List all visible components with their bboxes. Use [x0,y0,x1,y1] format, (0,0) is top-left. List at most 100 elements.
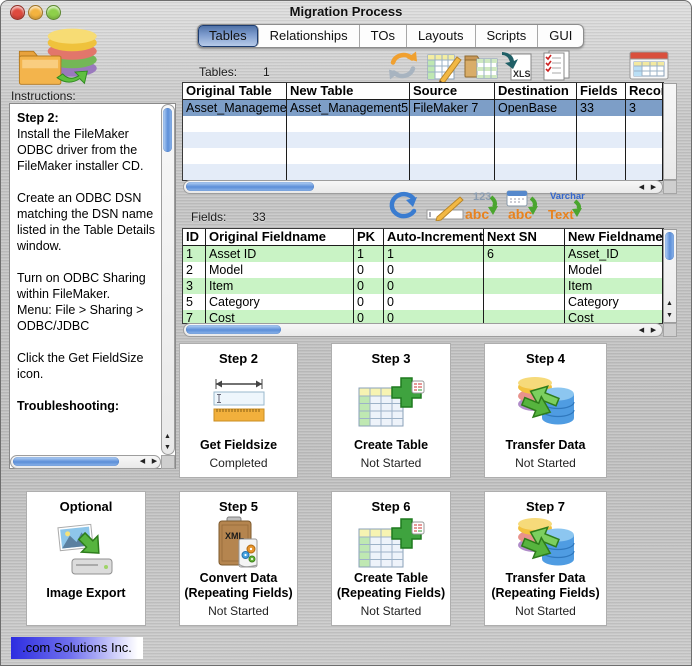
table-cell: 2 [183,262,206,278]
scrollbar-thumb[interactable] [186,182,314,191]
scroll-down-arrow[interactable]: ▼ [664,310,675,321]
card-title: Step 4 [525,351,565,366]
table-cell: 1 [384,246,484,262]
table-row[interactable]: 2 Model 0 0 Model [183,262,663,278]
step-card-step-2[interactable]: Step 2 Get Fieldsize Completed [179,343,298,478]
table-cell [577,116,626,132]
app-window: Migration Process Tables Relationships TOs… [0,0,692,666]
scroll-right-arrow[interactable]: ▶ [648,182,659,193]
table-cell: Asset_Management5 [287,100,410,116]
card-name: Transfer Data [505,438,586,452]
scrollbar-thumb[interactable] [163,108,172,152]
table-cell: 7 [183,310,206,323]
card-title: Step 5 [218,499,258,514]
tables-vertical-scrollbar[interactable] [663,83,677,180]
instruction-paragraph: Step 2: [17,111,59,125]
table-cell [626,116,663,132]
card-name: Convert Data (Repeating Fields) [184,571,293,600]
column-header[interactable]: ID [183,229,206,246]
column-header[interactable]: Fields [577,83,626,100]
table-row[interactable]: 5 Category 0 0 Category [183,294,663,310]
column-header[interactable]: Original Fieldname [206,229,354,246]
step-card-step-6[interactable]: Step 6 Create Table (Repeating Fields) No… [331,491,451,626]
scrollbar-thumb[interactable] [13,457,119,466]
table-cell: 5 [183,294,206,310]
scrollbar-thumb[interactable] [186,325,281,334]
table-cell [495,164,577,180]
scroll-down-arrow[interactable]: ▼ [162,442,173,453]
tables-label: Tables: [199,65,238,79]
table-cell: 0 [354,294,384,310]
table-cell: 1 [354,246,384,262]
varchar-to-text-icon[interactable]: Varchar Text [544,189,598,226]
refresh-icon[interactable] [385,49,421,87]
database-folder-logo-icon [13,23,105,89]
card-status: Not Started [208,604,269,618]
tab-relationships[interactable]: Relationships [259,25,360,47]
column-header[interactable]: Next SN [484,229,565,246]
table-cell: Cost [206,310,354,323]
table-row[interactable] [183,116,663,132]
table-cell [577,164,626,180]
table-row[interactable]: 1 Asset ID 1 1 6 Asset_ID [183,246,663,262]
column-header[interactable]: Records [626,83,663,100]
table-cell: Asset_Management5 [183,100,287,116]
table-row[interactable]: Asset_Management5Asset_Management5FileMa… [183,100,663,116]
step-card-step-5[interactable]: Step 5 XML Convert Data (Repeating Field… [179,491,298,626]
tab-bar: Tables Relationships TOs Layouts Scripts GUI [197,24,585,48]
number-to-abc-icon[interactable]: 123 abc [463,189,503,226]
tab-gui[interactable]: GUI [538,25,583,47]
step-card-step-3[interactable]: Step 3 Create Table Not Started [331,343,451,478]
column-header[interactable]: New Fieldname [565,229,663,246]
table-body: 1 Asset ID 1 1 6 Asset_ID 2 Model 0 0 Model 3 Item 0 0… [183,246,663,323]
tab-tables[interactable]: Tables [198,25,259,47]
edit-field-icon[interactable] [425,195,467,226]
table-cell: 0 [384,262,484,278]
scroll-right-arrow[interactable]: ▶ [648,325,659,336]
column-header[interactable]: PK [354,229,384,246]
column-header[interactable]: New Table [287,83,410,100]
table-cell [495,116,577,132]
refresh-icon[interactable] [386,189,420,226]
table-header-row: Original Table New Table Source Destination… [183,83,663,100]
scroll-left-arrow[interactable]: ◀ [636,182,647,193]
date-to-abc-icon[interactable]: abc [504,189,544,226]
instructions-horizontal-scrollbar[interactable]: ◀ ▶ [10,455,161,469]
table-cell: 0 [354,278,384,294]
fields-vertical-scrollbar[interactable]: ▲ ▼ [663,229,677,323]
step-card-optional[interactable]: Optional Image Export [26,491,146,626]
scroll-up-arrow[interactable]: ▲ [664,298,675,309]
table-row[interactable]: 3 Item 0 0 Item [183,278,663,294]
instructions-vertical-scrollbar[interactable]: ▲ ▼ [161,104,175,455]
step-card-step-7[interactable]: Step 7 Transfer Data (Repeating Fields) N… [484,491,607,626]
table-cell [626,164,663,180]
svg-text:Text: Text [548,207,574,221]
fields-label: Fields: [191,210,227,224]
scroll-left-arrow[interactable]: ◀ [636,325,647,336]
tab-scripts[interactable]: Scripts [476,25,539,47]
card-name: Transfer Data (Repeating Fields) [491,571,600,600]
table-row[interactable] [183,148,663,164]
tab-layouts[interactable]: Layouts [407,25,476,47]
table-window-icon[interactable] [629,51,669,86]
fields-horizontal-scrollbar[interactable]: ◀ ▶ [183,323,663,337]
scroll-left-arrow[interactable]: ◀ [137,456,148,467]
scroll-right-arrow[interactable]: ▶ [149,456,160,467]
scrollbar-thumb[interactable] [665,232,674,260]
svg-text:XLS: XLS [513,69,531,79]
step-card-step-4[interactable]: Step 4 Transfer Data Not Started [484,343,607,478]
column-header[interactable]: Auto-Increment [384,229,484,246]
table-row[interactable]: 7 Cost 0 0 Cost [183,310,663,323]
column-header[interactable]: Destination [495,83,577,100]
table-row[interactable] [183,132,663,148]
instruction-paragraph: Click the Get FieldSize icon. [17,351,144,381]
table-cell [484,262,565,278]
tab-tos[interactable]: TOs [360,25,407,47]
column-header[interactable]: Original Table [183,83,287,100]
scroll-up-arrow[interactable]: ▲ [162,431,173,442]
table-row[interactable] [183,164,663,180]
column-header[interactable]: Source [410,83,495,100]
card-status: Not Started [515,604,576,618]
table-cell [577,132,626,148]
table-cell [484,294,565,310]
